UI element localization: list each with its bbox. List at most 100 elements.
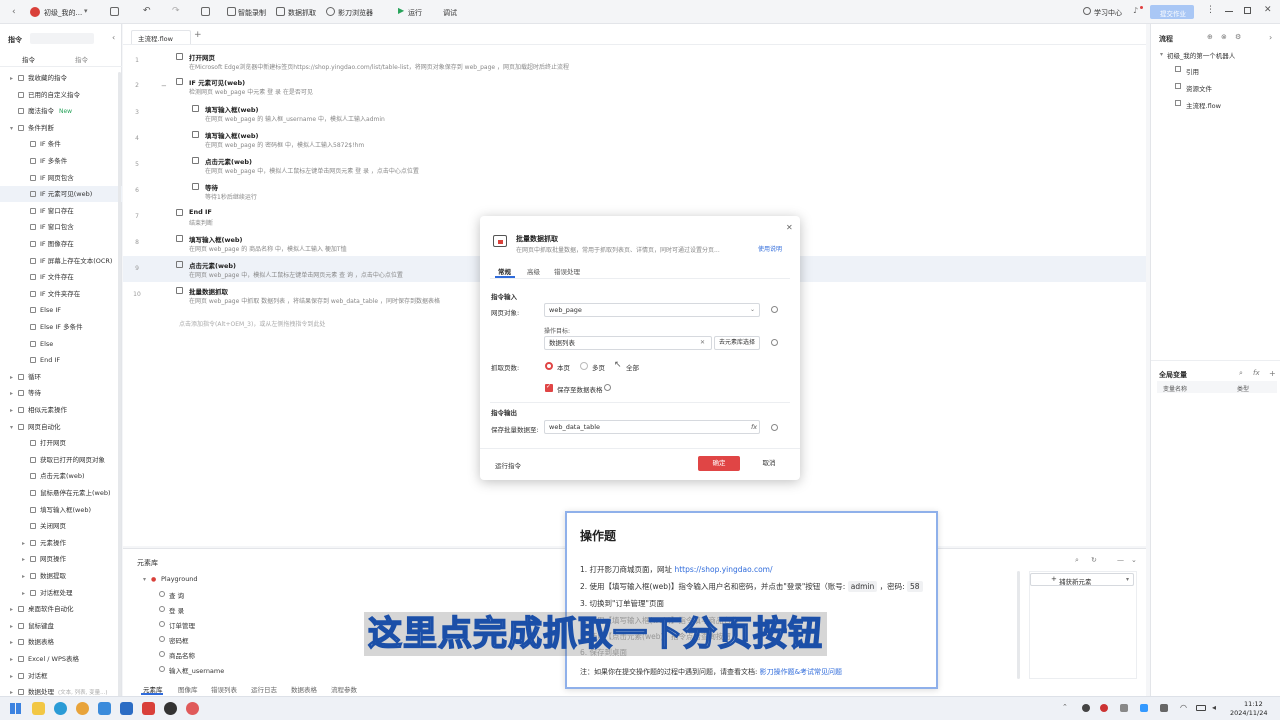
close-icon[interactable]: ✕ — [786, 223, 793, 232]
sidebar-item[interactable]: IF 条件 — [0, 136, 122, 152]
redo-icon[interactable]: ↷ — [172, 6, 180, 16]
bell-icon[interactable]: ♪ — [1133, 6, 1138, 15]
browser-icon[interactable] — [326, 7, 335, 16]
tray-app-icon[interactable] — [1082, 704, 1090, 712]
list-item[interactable]: 商品名称 — [169, 650, 195, 660]
faq-link[interactable]: 影刀操作题&考试常见问题 — [760, 668, 842, 676]
sidebar-item[interactable]: ▸ 相似元素操作 — [0, 402, 122, 418]
chevron-right-icon[interactable]: ▸ — [22, 569, 30, 585]
chevron-right-icon[interactable]: ▸ — [10, 386, 18, 402]
chevron-right-icon[interactable]: ▸ — [22, 536, 30, 552]
chevron-right-icon[interactable]: ▸ — [10, 370, 18, 386]
sidebar-item[interactable]: IF 多条件 — [0, 153, 122, 169]
add-step-hint[interactable]: 点击添加指令(Alt+OEM_3)，或从左侧拖拽指令到此处 — [179, 319, 325, 328]
list-item[interactable]: 订单管理 — [169, 620, 195, 630]
target-input[interactable]: 数据列表 — [544, 336, 712, 350]
sidebar-item[interactable]: ▸ 我收藏的指令 — [0, 70, 122, 86]
chevron-right-icon[interactable]: ▸ — [22, 586, 30, 602]
tray-app-icon[interactable] — [1120, 704, 1128, 712]
tree-item-reference[interactable]: 引用 — [1186, 66, 1199, 76]
list-item[interactable]: 密码框 — [169, 635, 189, 645]
sidebar-item[interactable]: ▸ 循环 — [0, 369, 122, 385]
tab-general[interactable]: 常规 — [498, 266, 511, 276]
fx-icon[interactable]: fx — [751, 423, 757, 431]
step-title[interactable]: End IF — [189, 208, 212, 216]
tab-advanced[interactable]: 高级 — [527, 266, 540, 276]
sidebar-item[interactable]: ▸ 等待 — [0, 385, 122, 401]
clock-date[interactable]: 2024/11/24 — [1230, 709, 1267, 717]
layout-icon[interactable] — [201, 7, 210, 16]
step-title[interactable]: 填写输入框(web) — [205, 130, 259, 140]
sidebar-item[interactable]: ▸ 对话框 — [0, 668, 122, 684]
chevron-down-icon[interactable]: ▾ — [10, 420, 18, 436]
tree-item-resources[interactable]: 资源文件 — [1186, 83, 1212, 93]
info-icon[interactable] — [604, 384, 611, 391]
web-object-select[interactable]: web_page — [544, 303, 760, 317]
chevron-right-icon[interactable]: ▸ — [10, 602, 18, 618]
list-item[interactable]: 查 询 — [169, 590, 184, 600]
bottom-tab[interactable]: 流程参数 — [331, 684, 357, 694]
cancel-button[interactable]: 取消 — [748, 456, 790, 471]
sidebar-item[interactable]: 打开网页 — [0, 435, 122, 451]
tab-other-commands[interactable]: 指令 — [75, 54, 88, 64]
search-icon[interactable]: ⌕ — [1239, 369, 1243, 378]
debug-button[interactable]: 调试 — [443, 8, 457, 18]
sidebar-item[interactable]: IF 窗口存在 — [0, 203, 122, 219]
search-icon[interactable]: ⌕ — [1075, 556, 1079, 565]
sidebar-item[interactable]: 关闭网页 — [0, 518, 122, 534]
collapse-if-icon[interactable]: − — [161, 82, 167, 90]
collapse-icon[interactable]: — — [1117, 556, 1124, 564]
save-icon[interactable] — [110, 7, 119, 16]
sidebar-item[interactable]: Else — [0, 336, 122, 352]
chevron-right-icon[interactable]: ▸ — [10, 669, 18, 685]
step-title[interactable]: 等待 — [205, 182, 218, 192]
clock-time[interactable]: 11:12 — [1244, 700, 1263, 708]
learning-center-button[interactable]: 学习中心 — [1094, 8, 1122, 18]
step-title[interactable]: 批量数据抓取 — [189, 286, 228, 296]
sidebar-item[interactable]: IF 网页包含 — [0, 170, 122, 186]
sidebar-item[interactable]: ▸ Excel / WPS表格 — [0, 651, 122, 667]
menu-icon[interactable]: ⋮ — [1206, 5, 1215, 15]
sidebar-item[interactable]: End IF — [0, 352, 122, 368]
chevron-down-icon[interactable]: ▾ — [84, 7, 88, 15]
sidebar-item[interactable]: IF 窗口包含 — [0, 219, 122, 235]
sidebar-item[interactable]: ▸ 元素操作 — [0, 535, 122, 551]
sidebar-item[interactable]: ▸ 网页操作 — [0, 551, 122, 567]
scrape-icon[interactable] — [276, 7, 285, 16]
sidebar-item[interactable]: 获取已打开的网页对象 — [0, 452, 122, 468]
sidebar-item[interactable]: Else IF — [0, 302, 122, 318]
step-title[interactable]: 点击元素(web) — [205, 156, 252, 166]
sidebar-item[interactable]: 填写输入框(web) — [0, 502, 122, 518]
chevron-down-icon[interactable]: ⌄ — [750, 306, 755, 313]
tree-root-playground[interactable]: Playground — [161, 575, 198, 583]
tab-basic-commands[interactable]: 指令 — [22, 54, 35, 64]
volume-icon[interactable]: ◂ — [1212, 703, 1216, 712]
sidebar-item[interactable]: IF 元素可见(web) — [0, 186, 122, 203]
file-explorer-icon[interactable] — [32, 702, 45, 715]
back-icon[interactable]: ‹ — [12, 7, 16, 17]
sidebar-item[interactable]: ▸ 对话框处理 — [0, 585, 122, 601]
record-app-icon[interactable] — [164, 702, 177, 715]
list-item[interactable]: 输入框_username — [169, 665, 224, 675]
refresh-icon[interactable]: ↻ — [1091, 556, 1097, 564]
info-icon[interactable] — [771, 339, 778, 346]
chevron-right-icon[interactable]: ▸ — [22, 552, 30, 568]
bottom-tab[interactable]: 错误列表 — [211, 684, 237, 694]
select-from-library-button[interactable]: 去元素库选择 — [714, 336, 760, 350]
info-icon[interactable] — [771, 424, 778, 431]
tray-app-icon[interactable] — [1100, 704, 1108, 712]
tree-caret-icon[interactable]: ▾ — [143, 576, 146, 583]
add-tab-icon[interactable]: + — [194, 30, 202, 40]
maximize-icon[interactable] — [1244, 7, 1251, 14]
chevron-right-icon[interactable]: ▸ — [10, 635, 18, 651]
browser-button[interactable]: 影刀浏览器 — [338, 8, 373, 18]
store-icon[interactable] — [98, 702, 111, 715]
radio-this-page[interactable] — [545, 362, 553, 370]
add-var-icon[interactable]: + — [1269, 369, 1276, 378]
windows-start-icon[interactable] — [10, 703, 21, 714]
chevron-down-icon[interactable]: ⌄ — [1131, 556, 1137, 564]
step-title[interactable]: 填写输入框(web) — [189, 234, 243, 244]
info-icon[interactable] — [771, 306, 778, 313]
sidebar-item[interactable]: ▾ 网页自动化 — [0, 419, 122, 435]
run-command-button[interactable]: 运行指令 — [495, 460, 521, 470]
